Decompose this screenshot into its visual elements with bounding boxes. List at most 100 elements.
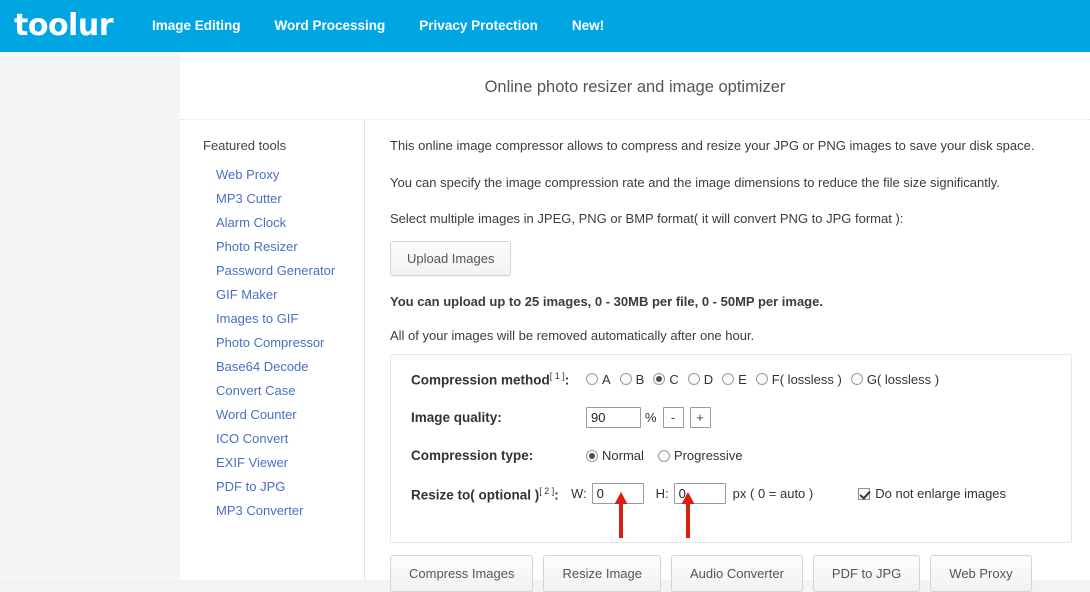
sidebar-tool-list: Web Proxy MP3 Cutter Alarm Clock Photo R… bbox=[203, 167, 364, 518]
rate-paragraph: You can specify the image compression ra… bbox=[390, 174, 1000, 190]
radio-method-f-lossless[interactable]: F( lossless ) bbox=[755, 371, 842, 387]
image-quality-label: Image quality: bbox=[411, 410, 502, 426]
compression-type-row: Compression type: Normal Progressive bbox=[411, 448, 1053, 463]
page-title: Online photo resizer and image optimizer bbox=[180, 52, 1090, 120]
percent-sign: % bbox=[645, 410, 657, 426]
select-paragraph: Select multiple images in JPEG, PNG or B… bbox=[390, 211, 904, 227]
list-item: Convert Case bbox=[216, 383, 364, 398]
quality-increment-button[interactable]: + bbox=[689, 407, 711, 429]
list-item: MP3 Converter bbox=[216, 503, 364, 518]
nav-link-image-editing[interactable]: Image Editing bbox=[135, 0, 258, 52]
compression-method-radio-group: A B C D E F(lossless) G(lossless) bbox=[586, 372, 948, 387]
radio-dot-icon[interactable] bbox=[850, 373, 863, 386]
radio-method-a[interactable]: A bbox=[586, 372, 611, 387]
list-item: Images to GIF bbox=[216, 311, 364, 326]
upload-images-button[interactable]: Upload Images bbox=[390, 240, 512, 276]
radio-label: F( lossless ) bbox=[771, 371, 842, 387]
sidebar-item-pdf-to-jpg[interactable]: PDF to JPG bbox=[216, 479, 285, 494]
resize-to-colon: : bbox=[554, 487, 559, 503]
radio-label: Progressive bbox=[673, 448, 743, 464]
compression-method-superscript: [ 1 ] bbox=[549, 370, 565, 381]
sidebar-item-password-generator[interactable]: Password Generator bbox=[216, 263, 335, 278]
sidebar-item-word-counter[interactable]: Word Counter bbox=[216, 407, 297, 422]
sidebar-item-photo-compressor[interactable]: Photo Compressor bbox=[216, 335, 324, 350]
pdf-to-jpg-button[interactable]: PDF to JPG bbox=[812, 555, 921, 592]
resize-image-button[interactable]: Resize Image bbox=[543, 555, 661, 592]
list-item: Alarm Clock bbox=[216, 215, 364, 230]
sidebar-heading: Featured tools bbox=[203, 138, 287, 153]
radio-method-e[interactable]: E bbox=[722, 372, 747, 387]
intro-paragraph: This online image compressor allows to c… bbox=[390, 138, 1035, 153]
radio-dot-icon[interactable] bbox=[586, 449, 598, 462]
resize-width-input[interactable] bbox=[591, 483, 644, 505]
retention-paragraph: All of your images will be removed autom… bbox=[390, 328, 755, 344]
radio-method-b[interactable]: B bbox=[619, 371, 645, 387]
image-quality-row: Image quality: % - + bbox=[411, 407, 1053, 429]
sidebar-item-images-to-gif[interactable]: Images to GIF bbox=[216, 311, 298, 326]
radio-dot-icon[interactable] bbox=[586, 373, 598, 386]
compress-images-button[interactable]: Compress Images bbox=[390, 555, 534, 592]
radio-dot-icon[interactable] bbox=[722, 373, 735, 386]
radio-dot-icon[interactable] bbox=[687, 373, 700, 386]
width-prefix-label: W: bbox=[571, 486, 587, 502]
compression-type-radio-group: Normal Progressive bbox=[586, 448, 752, 463]
left-gutter bbox=[0, 52, 180, 580]
sidebar-item-exif-viewer[interactable]: EXIF Viewer bbox=[216, 455, 288, 470]
quality-decrement-button[interactable]: - bbox=[662, 407, 684, 429]
list-item: Web Proxy bbox=[216, 167, 364, 182]
list-item: Photo Resizer bbox=[216, 239, 364, 254]
radio-label: D bbox=[703, 371, 714, 387]
radio-label: G( lossless ) bbox=[866, 371, 940, 387]
checkbox-icon[interactable] bbox=[858, 487, 871, 500]
sidebar-item-convert-case[interactable]: Convert Case bbox=[216, 383, 295, 398]
web-proxy-button[interactable]: Web Proxy bbox=[930, 555, 1032, 592]
sidebar-item-alarm-clock[interactable]: Alarm Clock bbox=[216, 215, 286, 230]
compression-method-colon: : bbox=[564, 372, 570, 388]
radio-label: B bbox=[635, 371, 645, 387]
sidebar-item-ico-convert[interactable]: ICO Convert bbox=[216, 431, 288, 446]
radio-dot-icon[interactable] bbox=[653, 373, 666, 386]
sidebar-item-web-proxy[interactable]: Web Proxy bbox=[216, 167, 279, 182]
action-button-bar: Compress Images Resize Image Audio Conve… bbox=[390, 543, 1072, 592]
compression-method-label: Compression method[ 1 ]: bbox=[411, 371, 586, 388]
radio-dot-icon[interactable] bbox=[657, 449, 670, 462]
list-item: Base64 Decode bbox=[216, 359, 364, 374]
list-item: Password Generator bbox=[216, 263, 364, 278]
radio-method-c[interactable]: C bbox=[653, 371, 679, 387]
radio-dot-icon[interactable] bbox=[619, 373, 632, 386]
do-not-enlarge-checkbox-wrapper[interactable]: Do not enlarge images bbox=[858, 486, 1006, 501]
sidebar-item-base64-decode[interactable]: Base64 Decode bbox=[216, 359, 309, 374]
radio-label: C bbox=[669, 371, 679, 387]
radio-method-g-lossless[interactable]: G( lossless ) bbox=[850, 371, 940, 387]
resize-to-label: Resize to( optional )[ 2 ]: bbox=[411, 486, 571, 503]
image-quality-input[interactable] bbox=[586, 407, 641, 429]
page-body: Online photo resizer and image optimizer… bbox=[0, 52, 1090, 592]
sidebar-item-mp3-converter[interactable]: MP3 Converter bbox=[216, 503, 303, 518]
resize-to-row: Resize to( optional )[ 2 ]: W: H: px ( 0… bbox=[411, 483, 1053, 505]
radio-type-normal[interactable]: Normal bbox=[586, 448, 644, 463]
radio-dot-icon[interactable] bbox=[755, 373, 768, 386]
list-item: ICO Convert bbox=[216, 431, 364, 446]
resize-height-input[interactable] bbox=[673, 483, 726, 505]
options-panel: Compression method[ 1 ]: A B C D E F(lo… bbox=[390, 353, 1072, 544]
resize-unit-note: px ( 0 = auto ) bbox=[732, 486, 814, 502]
radio-method-d[interactable]: D bbox=[687, 371, 714, 387]
nav-link-new[interactable]: New! bbox=[555, 0, 621, 52]
site-logo[interactable]: toolur bbox=[14, 11, 114, 41]
list-item: GIF Maker bbox=[216, 287, 364, 302]
sidebar-item-mp3-cutter[interactable]: MP3 Cutter bbox=[216, 191, 282, 206]
list-item: MP3 Cutter bbox=[216, 191, 364, 206]
upload-button-wrapper: Upload Images bbox=[390, 240, 1072, 276]
content-columns: Featured tools Web Proxy MP3 Cutter Alar… bbox=[180, 120, 1090, 592]
radio-type-progressive[interactable]: Progressive bbox=[657, 448, 743, 464]
audio-converter-button[interactable]: Audio Converter bbox=[670, 555, 803, 592]
sidebar: Featured tools Web Proxy MP3 Cutter Alar… bbox=[180, 120, 365, 580]
resize-to-label-text: Resize to( optional ) bbox=[411, 487, 540, 503]
sidebar-item-photo-resizer[interactable]: Photo Resizer bbox=[216, 239, 298, 254]
list-item: PDF to JPG bbox=[216, 479, 364, 494]
main-content: This online image compressor allows to c… bbox=[365, 120, 1090, 592]
nav-link-word-processing[interactable]: Word Processing bbox=[258, 0, 403, 52]
sidebar-item-gif-maker[interactable]: GIF Maker bbox=[216, 287, 277, 302]
radio-label: E bbox=[738, 371, 747, 387]
nav-link-privacy-protection[interactable]: Privacy Protection bbox=[402, 0, 555, 52]
